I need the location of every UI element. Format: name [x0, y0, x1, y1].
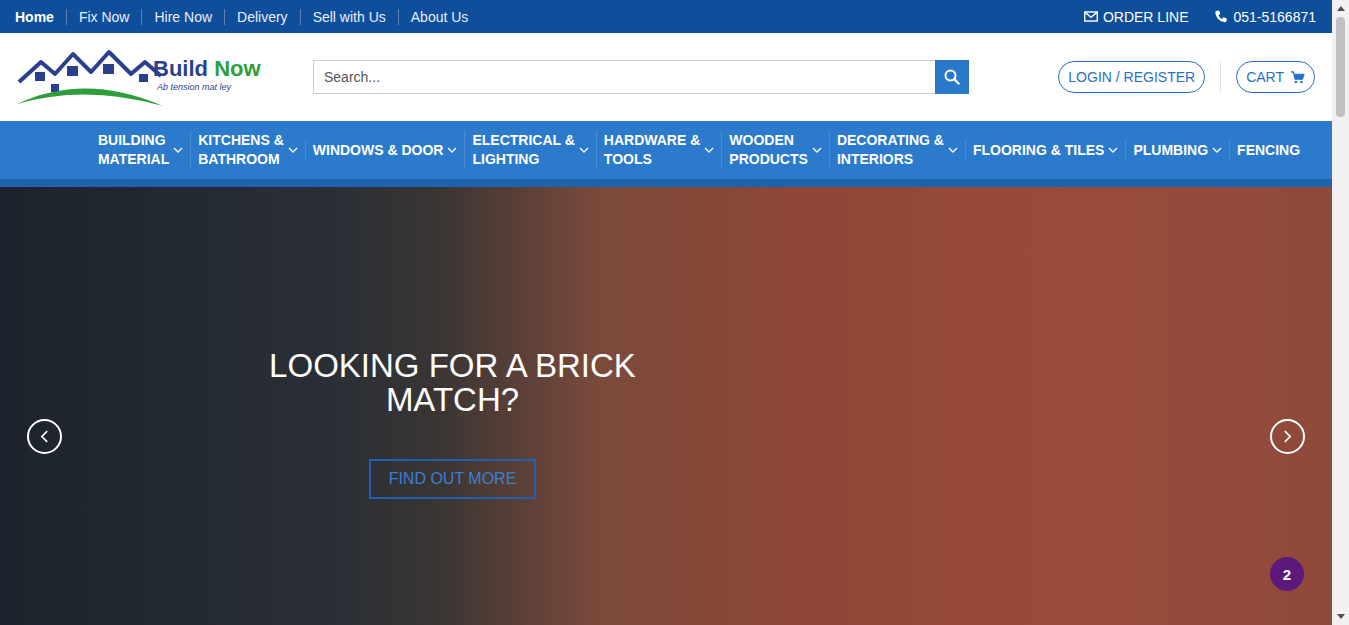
- chevron-down-icon: [447, 147, 457, 153]
- nav-item[interactable]: BUILDINGMATERIAL: [91, 131, 190, 169]
- hero-title: LOOKING FOR A BRICK MATCH?: [253, 349, 653, 417]
- browser-page: HomeFix NowHire NowDeliverySell with UsA…: [0, 0, 1349, 625]
- chevron-down-icon: [173, 147, 183, 153]
- nav-label: KITCHENS &BATHROOM: [198, 131, 284, 169]
- chevron-down-icon: [704, 147, 714, 153]
- logo-text: Build NowAb tension mat ley: [153, 56, 261, 92]
- search-bar: [313, 60, 969, 94]
- contact-info: ORDER LINE 051-5166871: [1084, 9, 1316, 25]
- top-link[interactable]: Hire Now: [141, 9, 224, 25]
- chevron-down-icon: [288, 147, 298, 153]
- nav-label: WOODENPRODUCTS: [729, 131, 808, 169]
- chevron-left-icon: [40, 429, 49, 444]
- nav-item[interactable]: ELECTRICAL &LIGHTING: [464, 131, 595, 169]
- chevron-down-icon: [579, 147, 589, 153]
- login-register-button[interactable]: LOGIN / REGISTER: [1058, 61, 1205, 93]
- previous-slide-button[interactable]: [27, 419, 62, 454]
- top-link[interactable]: Home: [3, 9, 66, 25]
- logo[interactable]: Build NowAb tension mat ley: [15, 44, 295, 110]
- envelope-icon: [1084, 10, 1098, 23]
- chevron-down-icon: [812, 147, 822, 153]
- top-bar: HomeFix NowHire NowDeliverySell with UsA…: [0, 0, 1332, 33]
- nav-label: WINDOWS & DOOR: [313, 141, 444, 160]
- hero-slider: LOOKING FOR A BRICK MATCH? FIND OUT MORE 2: [0, 187, 1332, 625]
- top-link[interactable]: About Us: [398, 9, 481, 25]
- nav-label: FENCING: [1237, 141, 1300, 160]
- top-link[interactable]: Fix Now: [66, 9, 142, 25]
- nav-item[interactable]: WOODENPRODUCTS: [721, 131, 829, 169]
- scroll-down-arrow-icon[interactable]: [1337, 614, 1345, 619]
- cart-icon: [1290, 71, 1305, 84]
- hero-content: LOOKING FOR A BRICK MATCH? FIND OUT MORE: [0, 187, 905, 625]
- main-nav: BUILDINGMATERIAL KITCHENS &BATHROOM WINDOW…: [0, 121, 1332, 187]
- scroll-thumb[interactable]: [1336, 17, 1345, 117]
- scroll-up-arrow-icon[interactable]: [1337, 6, 1345, 11]
- houses-logo-icon: [15, 44, 165, 110]
- search-button[interactable]: [935, 60, 969, 94]
- nav-label: ELECTRICAL &LIGHTING: [472, 131, 574, 169]
- notification-badge[interactable]: 2: [1270, 557, 1304, 591]
- nav-item[interactable]: PLUMBING: [1125, 141, 1229, 160]
- nav-label: DECORATING &INTERIORS: [837, 131, 944, 169]
- phone-number[interactable]: 051-5166871: [1214, 9, 1316, 25]
- header: Build NowAb tension mat ley LOGIN / REGIS…: [0, 33, 1332, 121]
- chevron-down-icon: [1108, 147, 1118, 153]
- next-slide-button[interactable]: [1270, 419, 1305, 454]
- top-link[interactable]: Sell with Us: [300, 9, 398, 25]
- page: HomeFix NowHire NowDeliverySell with UsA…: [0, 0, 1332, 625]
- nav-label: FLOORING & TILES: [973, 141, 1104, 160]
- cart-button[interactable]: CART: [1236, 61, 1315, 93]
- nav-item[interactable]: FLOORING & TILES: [965, 141, 1125, 160]
- top-links: HomeFix NowHire NowDeliverySell with UsA…: [3, 9, 480, 25]
- nav-item[interactable]: WINDOWS & DOOR: [305, 141, 465, 160]
- nav-item[interactable]: HARDWARE &TOOLS: [596, 131, 721, 169]
- nav-label: BUILDINGMATERIAL: [98, 131, 169, 169]
- nav-item[interactable]: FENCING: [1229, 141, 1307, 160]
- chevron-down-icon: [948, 147, 958, 153]
- chevron-down-icon: [1212, 147, 1222, 153]
- find-out-more-button[interactable]: FIND OUT MORE: [369, 459, 537, 499]
- top-link[interactable]: Delivery: [224, 9, 300, 25]
- order-line[interactable]: ORDER LINE: [1084, 9, 1189, 25]
- nav-label: PLUMBING: [1133, 141, 1208, 160]
- account-area: LOGIN / REGISTER CART: [1058, 61, 1315, 93]
- separator: [1220, 62, 1221, 92]
- nav-list: BUILDINGMATERIAL KITCHENS &BATHROOM WINDOW…: [91, 131, 1307, 169]
- nav-item[interactable]: KITCHENS &BATHROOM: [190, 131, 305, 169]
- nav-item[interactable]: DECORATING &INTERIORS: [829, 131, 965, 169]
- scrollbar[interactable]: [1332, 0, 1349, 625]
- nav-label: HARDWARE &TOOLS: [604, 131, 700, 169]
- search-input[interactable]: [313, 60, 935, 94]
- phone-icon: [1214, 10, 1228, 23]
- magnifier-icon: [944, 69, 960, 85]
- brand-name: Build Now: [153, 56, 261, 82]
- tagline: Ab tension mat ley: [157, 82, 261, 92]
- chevron-right-icon: [1283, 429, 1292, 444]
